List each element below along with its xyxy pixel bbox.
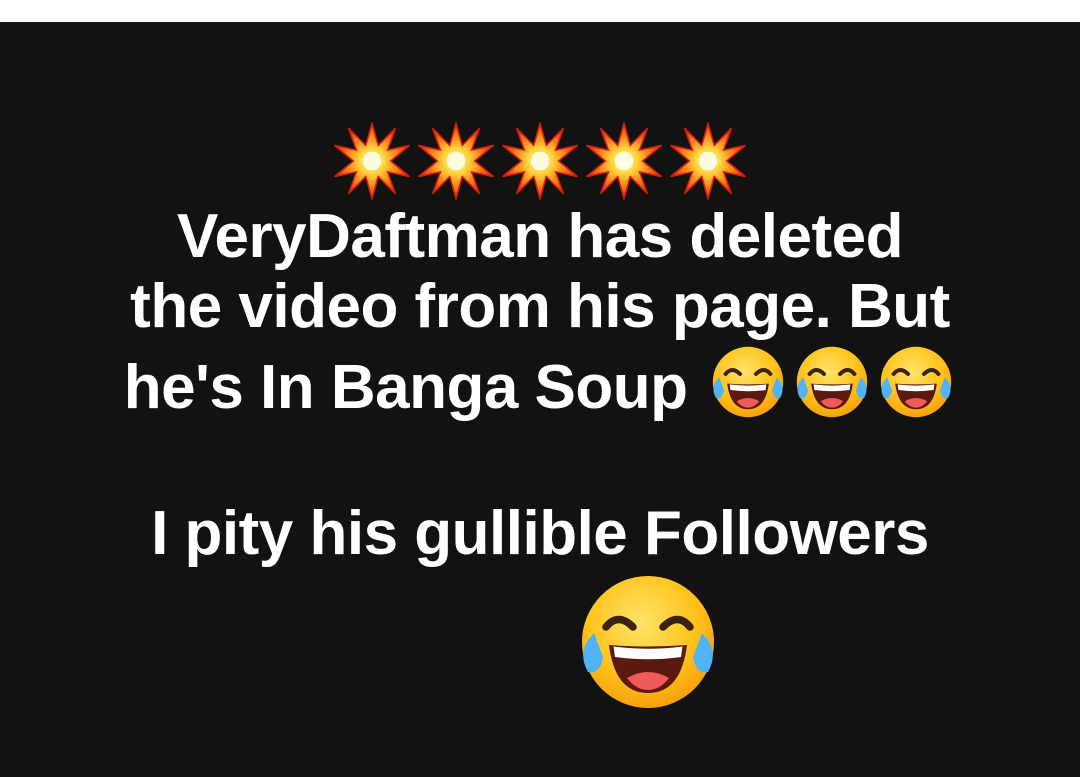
post-text-line-3-row: he's In Banga Soup <box>0 342 1080 423</box>
collision-icon <box>585 122 663 200</box>
laughing-tears-icon <box>498 567 582 651</box>
collision-icon <box>417 122 495 200</box>
post-text-line-1: VeryDaftman has deleted <box>177 202 903 271</box>
laughing-tears-icon <box>876 342 956 422</box>
post-text-line-3: he's In Banga Soup <box>123 353 688 422</box>
collision-icon <box>501 122 579 200</box>
post-text-line-4: I pity his gullible Followers <box>151 499 929 568</box>
post-content: VeryDaftman has deleted the video from h… <box>0 120 1080 722</box>
laughing-tears-icon <box>792 342 872 422</box>
top-white-strip <box>0 0 1080 22</box>
collision-icon <box>669 122 747 200</box>
laughing-tears-icon <box>708 342 788 422</box>
post-text-line-2: the video from his page. But <box>130 272 950 341</box>
collision-icon <box>333 122 411 200</box>
burst-emoji-row <box>0 120 1080 202</box>
